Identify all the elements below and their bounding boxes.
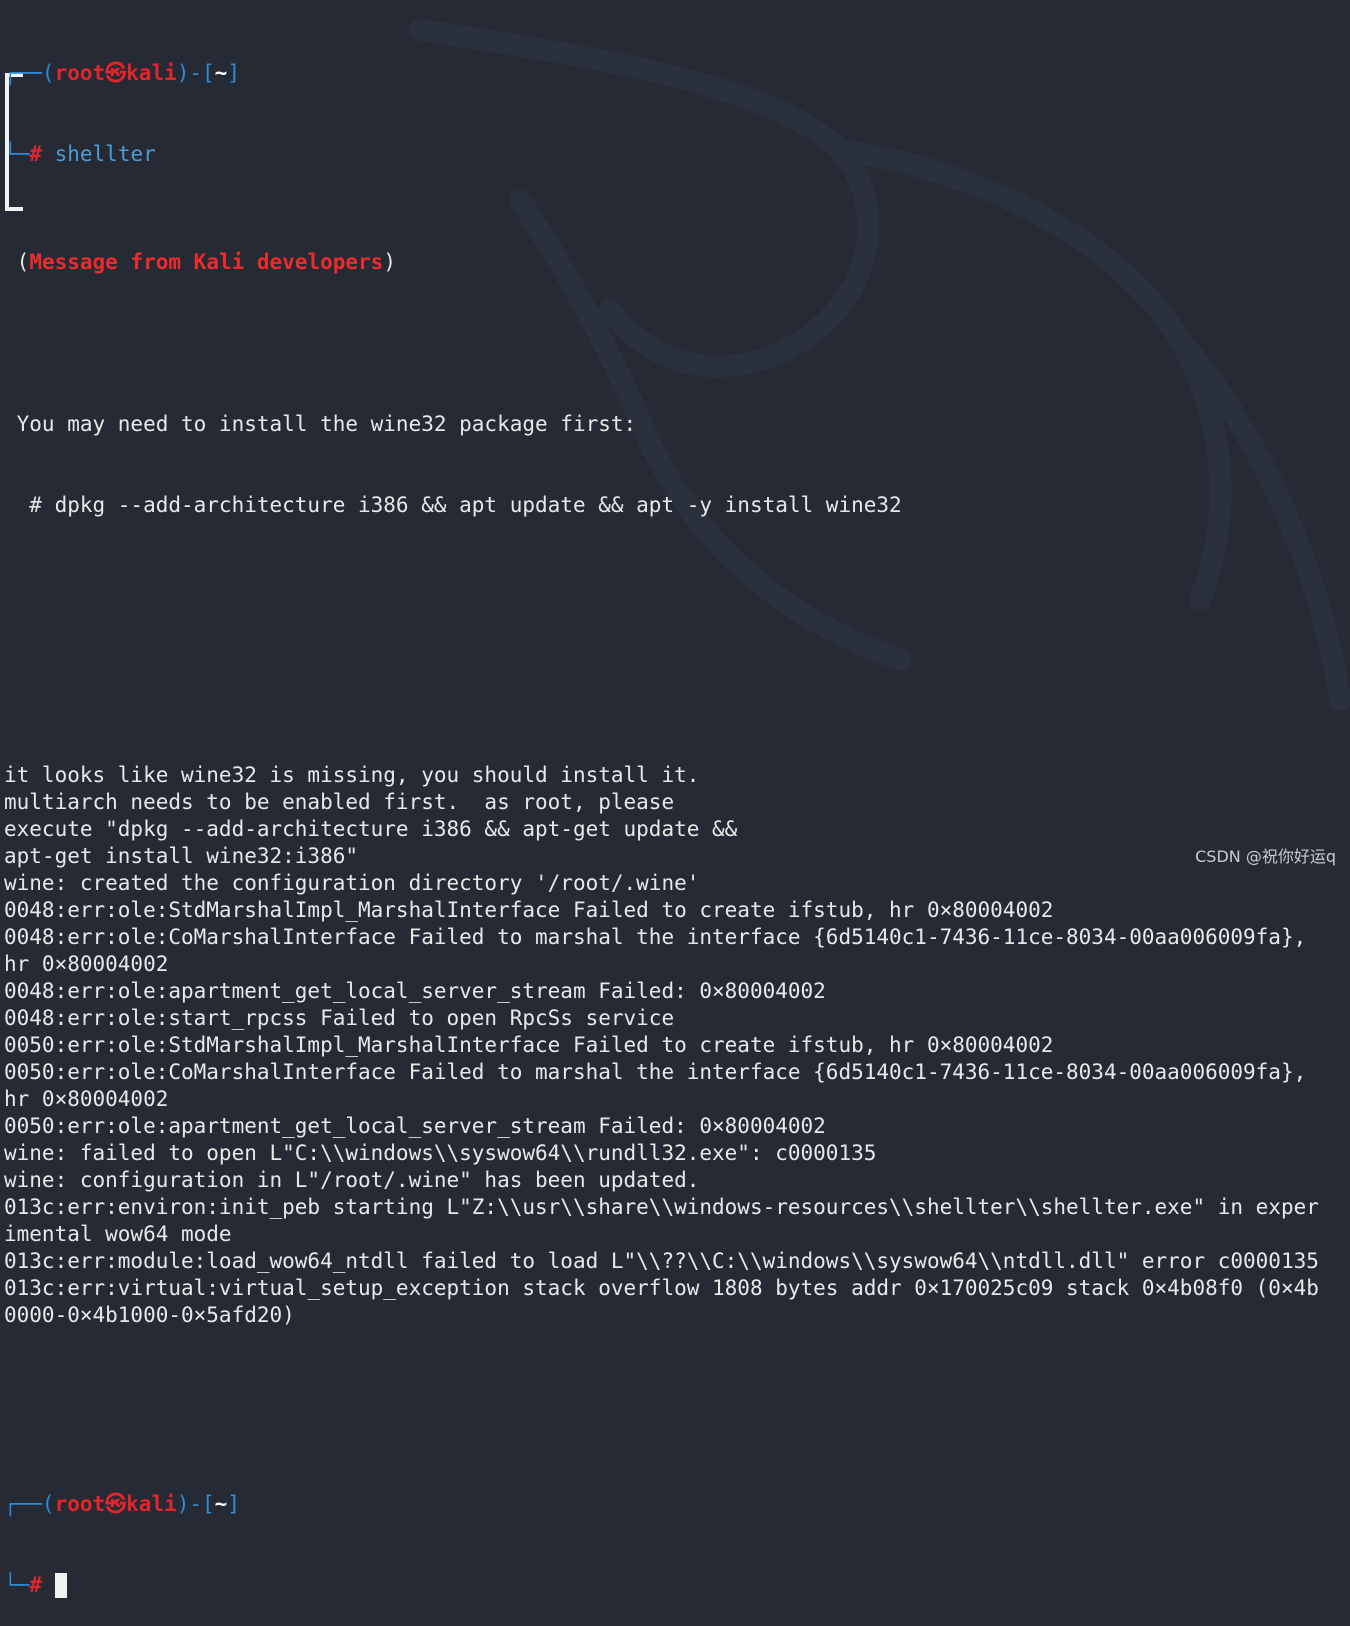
output-line: wine: configuration in L"/root/.wine" ha… [4, 1168, 700, 1192]
output-line: multiarch needs to be enabled first. as … [4, 790, 675, 814]
prompt-line-1: ┌──(root㉿kali)-[~] [4, 61, 240, 85]
output-line: wine: created the configuration director… [4, 871, 700, 895]
output-line: imental wow64 mode [4, 1222, 232, 1246]
output-line: 013c:err:module:load_wow64_ntdll failed … [4, 1249, 1319, 1273]
csdn-watermark: CSDN @祝你好运q [1195, 847, 1336, 866]
command-text: shellter [54, 142, 156, 166]
output-line: hr 0×80004002 [4, 1087, 169, 1111]
output-lines: it looks like wine32 is missing, you sho… [4, 762, 1350, 1329]
output-line: execute "dpkg --add-architecture i386 &&… [4, 817, 738, 841]
output-line: 013c:err:virtual:virtual_setup_exception… [4, 1276, 1319, 1300]
prompt-line-1: ┌──(root㉿kali)-[~] [4, 1492, 240, 1516]
output-line: 0000-0×4b1000-0×5afd20) [4, 1303, 295, 1327]
output-line: wine: failed to open L"C:\\windows\\sysw… [4, 1141, 877, 1165]
message-line: # dpkg --add-architecture i386 && apt up… [4, 493, 902, 517]
output-line: it looks like wine32 is missing, you sho… [4, 763, 700, 787]
output-line: apt-get install wine32:i386" [4, 844, 359, 868]
output-line: 0048:err:ole:StdMarshalImpl_MarshalInter… [4, 898, 1054, 922]
output-line: 0050:err:ole:StdMarshalImpl_MarshalInter… [4, 1033, 1054, 1057]
terminal-output[interactable]: ┌──(root㉿kali)-[~] └─# shellter (Message… [4, 6, 1350, 1626]
text-cursor[interactable] [54, 1573, 67, 1598]
prompt-line-2: └─# [4, 1572, 1350, 1599]
output-line: 0048:err:ole:CoMarshalInterface Failed t… [4, 925, 1307, 949]
prompt-line-2: └─# shellter [4, 142, 156, 166]
message-title: (Message from Kali developers) [16, 250, 396, 274]
output-line: 0048:err:ole:apartment_get_local_server_… [4, 979, 826, 1003]
output-line: 0048:err:ole:start_rpcss Failed to open … [4, 1006, 675, 1030]
output-line: hr 0×80004002 [4, 952, 169, 976]
output-line: 013c:err:environ:init_peb starting L"Z:\… [4, 1195, 1319, 1219]
output-line: 0050:err:ole:apartment_get_local_server_… [4, 1114, 826, 1138]
message-line: You may need to install the wine32 packa… [4, 412, 637, 436]
output-line: 0050:err:ole:CoMarshalInterface Failed t… [4, 1060, 1307, 1084]
